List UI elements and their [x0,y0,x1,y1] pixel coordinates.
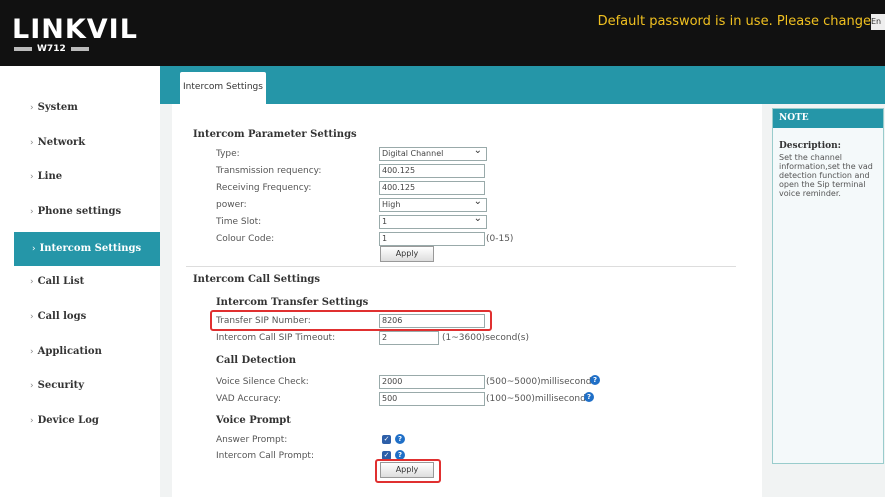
sidebar-item-label: Call List [37,276,85,287]
section-divider [186,266,736,267]
chevron-right-icon: › [30,207,34,217]
answer-prompt-checkbox[interactable]: ✓ [382,435,391,444]
chevron-right-icon: › [30,416,34,426]
sip-timeout-range: (1~3600)second(s) [442,333,530,343]
model-bar-right [70,47,89,51]
silence-check-range: (500~5000)millisecond [486,377,592,387]
top-header: LINKVIL W712 Default password is in use.… [0,0,885,66]
sidebar-item-label: Intercom Settings [39,243,142,254]
type-label: Type: [216,149,240,159]
help-circle-icon[interactable]: ? [590,375,600,385]
sidebar-item-call-logs[interactable]: › Call logs [0,301,160,333]
subsection-title-prompt: Voice Prompt [216,415,291,426]
subsection-title-detection: Call Detection [216,355,296,366]
power-label: power: [216,200,247,210]
note-header: NOTE [773,109,883,128]
model-bar-left [14,47,32,51]
sidebar-item-label: Call logs [37,311,87,322]
note-panel: NOTE Description: Set the channel inform… [772,108,884,464]
section-title-parameter: Intercom Parameter Settings [193,129,357,140]
sidebar-item-intercom-settings[interactable]: › Intercom Settings [14,232,160,266]
section-title-call: Intercom Call Settings [193,274,321,285]
subsection-title-transfer: Intercom Transfer Settings [216,297,369,308]
sidebar-item-label: Security [37,380,85,391]
chevron-right-icon: › [30,312,34,322]
colour-code-label: Colour Code: [216,234,275,244]
sidebar-item-phone-settings[interactable]: › Phone settings [0,196,160,228]
sidebar-item-label: Line [37,171,63,182]
sidebar-item-call-list[interactable]: › Call List [0,266,160,298]
silence-check-input[interactable]: 2000 [379,375,485,389]
model-name: W712 [37,44,66,54]
power-select[interactable]: High [379,198,487,212]
chevron-right-icon: › [30,172,34,182]
sidebar-item-label: System [37,102,78,113]
colour-code-input[interactable]: 1 [379,232,485,246]
receiving-label: Receiving Frequency: [216,183,312,193]
call-prompt-label: Intercom Call Prompt: [216,451,314,461]
chevron-right-icon: › [30,381,34,391]
type-select[interactable]: Digital Channel [379,147,487,161]
time-slot-select[interactable]: 1 [379,215,487,229]
vad-accuracy-label: VAD Accuracy: [216,394,281,404]
sip-timeout-input[interactable]: 2 [379,331,439,345]
sidebar-item-security[interactable]: › Security [0,370,160,402]
transmission-input[interactable]: 400.125 [379,164,485,178]
time-slot-label: Time Slot: [216,217,262,227]
note-description: Set the channel information,set the vad … [779,153,873,198]
chevron-right-icon: › [30,103,34,113]
apply-parameter-button[interactable]: Apply [380,246,434,262]
chevron-right-icon: › [32,244,36,254]
chevron-right-icon: › [30,138,34,148]
chevron-right-icon: › [30,347,34,357]
sidebar-item-system[interactable]: › System [0,92,160,124]
main-content: Intercom Parameter Settings Type: Digita… [172,104,762,497]
sip-timeout-label: Intercom Call SIP Timeout: [216,333,336,343]
transfer-sip-input[interactable]: 8206 [379,314,485,328]
sidebar-item-device-log[interactable]: › Device Log [0,405,160,437]
model-badge: W712 [14,44,89,54]
vad-accuracy-range: (100~500)millisecond [486,394,586,404]
chevron-right-icon: › [30,277,34,287]
transmission-label: Transmission requency: [216,166,322,176]
language-selector[interactable]: En [871,14,885,30]
help-circle-icon[interactable]: ? [395,434,405,444]
apply-call-button[interactable]: Apply [380,462,434,478]
receiving-input[interactable]: 400.125 [379,181,485,195]
tab-intercom-settings[interactable]: Intercom Settings [180,72,266,104]
brand-logo: LINKVIL [12,14,138,45]
sidebar-item-label: Phone settings [37,206,122,217]
sidebar-item-label: Device Log [37,415,99,426]
password-warning[interactable]: Default password is in use. Please chang… [598,14,871,29]
note-title: Description: [779,141,841,151]
sidebar-item-label: Network [37,137,86,148]
tab-strip: Intercom Settings [160,66,885,104]
sidebar-item-label: Application [37,346,102,357]
vad-accuracy-input[interactable]: 500 [379,392,485,406]
colour-code-range: (0-15) [486,234,514,244]
answer-prompt-label: Answer Prompt: [216,435,288,445]
silence-check-label: Voice Silence Check: [216,377,309,387]
help-circle-icon[interactable]: ? [584,392,594,402]
sidebar-item-network[interactable]: › Network [0,127,160,159]
transfer-sip-label: Transfer SIP Number: [216,316,311,326]
sidebar-item-application[interactable]: › Application [0,336,160,368]
sidebar-item-line[interactable]: › Line [0,161,160,193]
